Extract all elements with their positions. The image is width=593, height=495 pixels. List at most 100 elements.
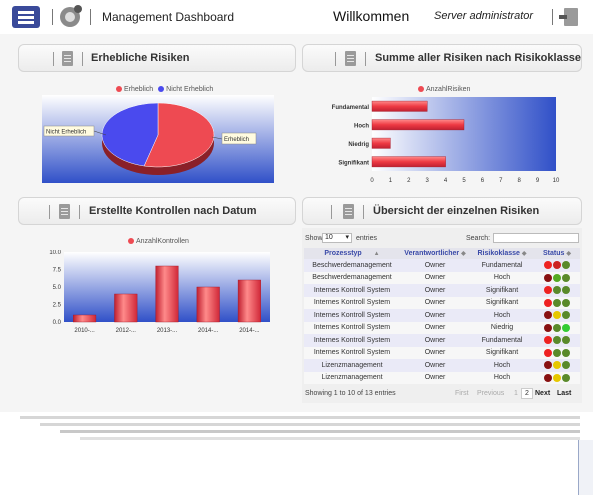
page-size-select[interactable]: 10 ▾	[322, 233, 352, 243]
status-light-icon	[553, 261, 561, 270]
table-row[interactable]: Beschwerdemanagement Owner Fundamental	[304, 259, 580, 272]
pie-label-text: Erheblich	[224, 137, 249, 143]
status-lights	[534, 259, 580, 272]
hbar-chart: Fundamental Hoch Niedrig Signifikant 0 1 2 3 4 5 6…	[332, 97, 560, 184]
show-label: Show	[305, 235, 323, 242]
category-label: Fundamental	[332, 105, 370, 111]
table-cell-typ: Lizenzmanagement	[304, 359, 400, 372]
table-row[interactable]: Internes Kontroll System Owner Niedrig	[304, 321, 580, 334]
x-tick-label: 2012-...	[116, 328, 137, 334]
table-row[interactable]: Internes Kontroll System Owner Signifikant	[304, 284, 580, 297]
column-header-verantwortlicher[interactable]: Verantwortlicher ◆	[400, 248, 470, 259]
x-tick-label: 9	[536, 178, 540, 184]
pager-last[interactable]: Last	[557, 390, 571, 397]
table-row[interactable]: Beschwerdemanagement Owner Hoch	[304, 271, 580, 284]
status-light-icon	[562, 311, 570, 320]
table-cell-typ: Lizenzmanagement	[304, 371, 400, 384]
y-tick-label: 7.5	[53, 268, 62, 274]
chevron-down-icon: ▾	[345, 234, 349, 241]
x-tick-label: 2014-...	[198, 328, 219, 334]
status-light-icon	[562, 298, 570, 307]
status-light-icon	[562, 286, 570, 295]
panel-title: Übersicht der einzelnen Risiken	[373, 205, 540, 217]
logout-door-icon[interactable]	[559, 8, 578, 26]
status-light-icon	[553, 336, 561, 345]
pager-page-1[interactable]: 1	[514, 390, 518, 397]
x-tick-label: 6	[481, 178, 485, 184]
table-cell-typ: Internes Kontroll System	[304, 309, 400, 322]
table-cell-typ: Internes Kontroll System	[304, 334, 400, 347]
table-row[interactable]: Internes Kontroll System Owner Signifikant	[304, 346, 580, 359]
status-lights	[534, 271, 580, 284]
status-light-icon	[544, 323, 552, 332]
legend-swatch-red	[418, 86, 424, 93]
status-light-icon	[544, 286, 552, 295]
table-row[interactable]: Internes Kontroll System Owner Fundamental	[304, 334, 580, 347]
menu-icon[interactable]	[12, 6, 40, 28]
table-cell-klasse: Signifikant	[470, 346, 534, 359]
status-light-icon	[553, 273, 561, 282]
table-cell-klasse: Hoch	[470, 271, 534, 284]
status-light-icon	[553, 311, 561, 320]
table-cell-typ: Internes Kontroll System	[304, 284, 400, 297]
decor-stripe	[60, 430, 580, 433]
status-lights	[534, 334, 580, 347]
status-lights	[534, 296, 580, 309]
pager-previous[interactable]: Previous	[477, 390, 504, 397]
pie-label-text: Nicht Erheblich	[46, 130, 86, 136]
category-label: Signifikant	[338, 160, 369, 166]
y-tick-label: 5.0	[53, 285, 62, 291]
status-light-icon	[544, 361, 552, 370]
table-row[interactable]: Internes Kontroll System Owner Hoch	[304, 309, 580, 322]
status-light-icon	[544, 261, 552, 270]
status-lights	[534, 359, 580, 372]
x-tick-label: 2013-...	[157, 328, 178, 334]
panel-header-summe-risiken: Summe aller Risiken nach Risikoklasse	[302, 44, 582, 72]
table-cell-owner: Owner	[400, 334, 470, 347]
status-light-icon	[544, 298, 552, 307]
bar-fundamental	[371, 100, 428, 112]
y-tick-label: 2.5	[53, 303, 62, 309]
app-title: Management Dashboard	[102, 10, 235, 24]
search-input[interactable]	[493, 233, 579, 243]
x-tick-label: 3	[426, 178, 430, 184]
x-tick-label: 7	[499, 178, 503, 184]
document-icon	[59, 204, 70, 219]
status-light-icon	[544, 373, 552, 382]
page-size-value: 10	[325, 234, 333, 241]
legend-item: AnzahlRisiken	[426, 86, 471, 93]
column-header-prozesstyp[interactable]: Prozesstyp ▲	[304, 248, 400, 259]
status-lights	[534, 309, 580, 322]
pager-first[interactable]: First	[455, 390, 469, 397]
status-light-icon	[544, 348, 552, 357]
top-bar: Management Dashboard Willkommen Server a…	[0, 0, 593, 34]
column-header-risikoklasse[interactable]: Risikoklasse ◆	[470, 248, 534, 259]
decor-stripe	[40, 423, 580, 426]
table-cell-typ: Beschwerdemanagement	[304, 271, 400, 284]
panel-header-uebersicht: Übersicht der einzelnen Risiken	[302, 197, 582, 225]
column-header-status[interactable]: Status ◆	[534, 248, 580, 259]
table-header-row: Prozesstyp ▲ Verantwortlicher ◆ Risikokl…	[304, 248, 580, 259]
pager-next[interactable]: Next	[535, 390, 550, 397]
status-light-icon	[544, 336, 552, 345]
legend-item: Erheblich	[124, 86, 154, 93]
table-cell-typ: Internes Kontroll System	[304, 296, 400, 309]
search-label: Search:	[466, 235, 491, 242]
bar-niedrig	[371, 137, 391, 149]
legend-swatch-red	[128, 238, 134, 245]
welcome-text: Willkommen	[333, 8, 410, 24]
bar-signifikant	[371, 156, 446, 168]
table-row[interactable]: Lizenzmanagement Owner Hoch	[304, 371, 580, 384]
table-row[interactable]: Internes Kontroll System Owner Signifikant	[304, 296, 580, 309]
document-icon	[345, 51, 356, 66]
separator	[90, 9, 91, 25]
x-tick-label: 2	[407, 178, 411, 184]
bar-3	[196, 286, 220, 323]
status-light-icon	[562, 336, 570, 345]
table-cell-klasse: Signifikant	[470, 284, 534, 297]
table-row[interactable]: Lizenzmanagement Owner Hoch	[304, 359, 580, 372]
status-light-icon	[562, 361, 570, 370]
table-cell-owner: Owner	[400, 309, 470, 322]
status-light-icon	[553, 348, 561, 357]
pager-page-2[interactable]: 2	[521, 388, 533, 399]
